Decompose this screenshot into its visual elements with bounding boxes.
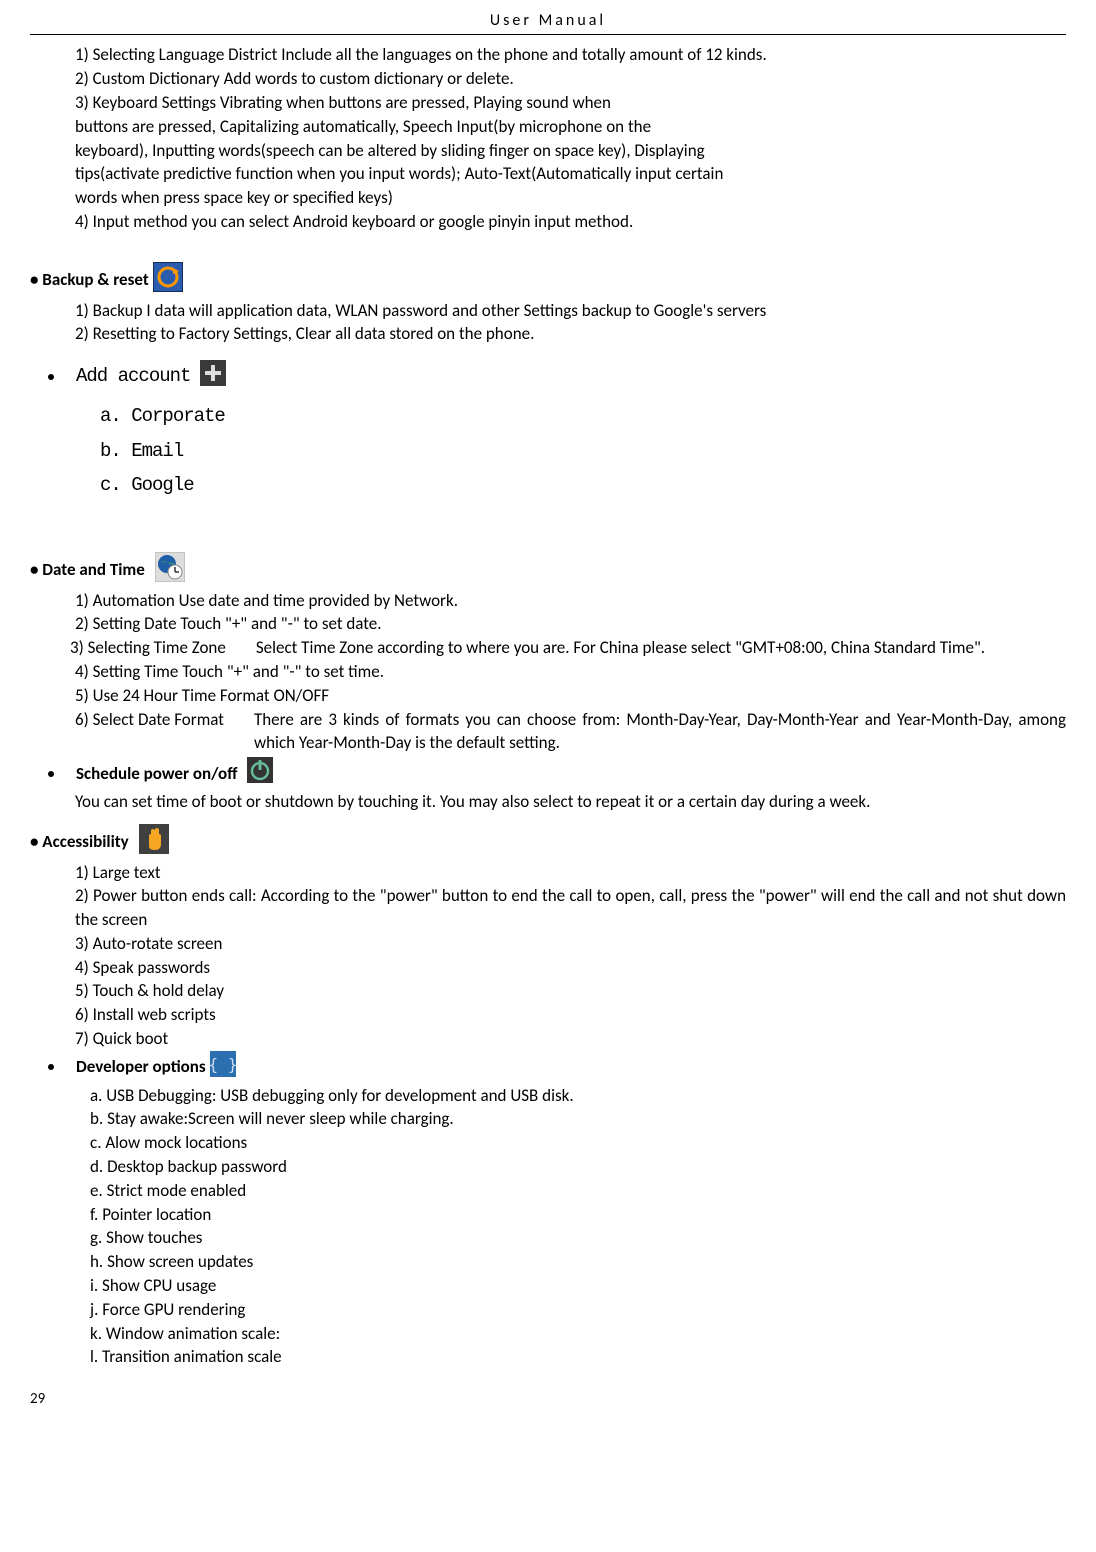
backup-reset-heading: • Backup & reset: [30, 262, 183, 299]
bullet-icon: [48, 1064, 54, 1070]
globe-clock-icon: [155, 552, 185, 589]
list-item: c. Google: [100, 472, 1066, 499]
backup-reset-icon: [153, 262, 183, 299]
list-item: 5) Use 24 Hour Time Format ON/OFF: [75, 684, 1066, 708]
text-line: buttons are pressed, Capitalizing automa…: [75, 115, 1066, 139]
list-item-text: Select Time Zone according to where you …: [256, 636, 1066, 660]
list-item: 2) Power button ends call: According to …: [75, 884, 1066, 932]
list-item: 4) Speak passwords: [75, 956, 1066, 980]
heading-text: • Accessibility: [30, 830, 129, 854]
power-icon: [247, 757, 273, 790]
list-item: a. Corporate: [100, 403, 1066, 430]
plus-icon: [200, 360, 226, 393]
heading-text: • Date and Time: [30, 558, 145, 582]
list-item: 1) Backup I data will application data, …: [75, 299, 1066, 323]
text-line: 2) Custom Dictionary Add words to custom…: [75, 67, 1066, 91]
text-line: words when press space key or specified …: [75, 186, 1066, 210]
list-item: a. USB Debugging: USB debugging only for…: [90, 1084, 1066, 1108]
list-item: b. Stay awake:Screen will never sleep wh…: [90, 1107, 1066, 1131]
bullet-icon: [48, 374, 54, 380]
text-line: 1) Selecting Language District Include a…: [75, 43, 1066, 67]
bullet-icon: [48, 771, 54, 777]
list-item: b. Email: [100, 438, 1066, 465]
accessibility-heading: • Accessibility: [30, 824, 169, 861]
hand-icon: [139, 824, 169, 861]
list-item: k. Window animation scale:: [90, 1322, 1066, 1346]
list-item: i. Show CPU usage: [90, 1274, 1066, 1298]
list-item: 3) Auto-rotate screen: [75, 932, 1066, 956]
list-item-label: 6) Select Date Format: [75, 708, 224, 756]
list-item: h. Show screen updates: [90, 1250, 1066, 1274]
list-item: l. Transition animation scale: [90, 1345, 1066, 1369]
add-account-heading: Add account: [76, 363, 190, 390]
schedule-power-heading: Schedule power on/off: [76, 762, 237, 786]
list-item: f. Pointer location: [90, 1203, 1066, 1227]
list-item: g. Show touches: [90, 1226, 1066, 1250]
text-line: keyboard), Inputting words(speech can be…: [75, 139, 1066, 163]
list-item: 6) Install web scripts: [75, 1003, 1066, 1027]
text-line: tips(activate predictive function when y…: [75, 162, 1066, 186]
list-item: c. Alow mock locations: [90, 1131, 1066, 1155]
text-line: 4) Input method you can select Android k…: [75, 210, 1066, 234]
list-item-text: There are 3 kinds of formats you can cho…: [254, 708, 1066, 756]
list-item: 1) Large text: [75, 861, 1066, 885]
page-number: 29: [30, 1389, 1066, 1410]
list-item-label: 3) Selecting Time Zone: [70, 636, 226, 660]
braces-icon: { }: [210, 1051, 236, 1084]
list-item: 2) Resetting to Factory Settings, Clear …: [75, 322, 1066, 346]
page-header: User Manual: [30, 10, 1066, 35]
language-keyboard-block: 1) Selecting Language District Include a…: [30, 43, 1066, 233]
list-item: d. Desktop backup password: [90, 1155, 1066, 1179]
date-time-heading: • Date and Time: [30, 552, 185, 589]
schedule-text: You can set time of boot or shutdown by …: [30, 790, 1066, 814]
list-item: e. Strict mode enabled: [90, 1179, 1066, 1203]
text-line: 3) Keyboard Settings Vibrating when butt…: [75, 91, 1066, 115]
backup-items: 1) Backup I data will application data, …: [30, 299, 1066, 347]
list-item: 7) Quick boot: [75, 1027, 1066, 1051]
developer-options-heading: Developer options: [76, 1055, 206, 1079]
heading-text: • Backup & reset: [30, 268, 149, 292]
list-item: 1) Automation Use date and time provided…: [75, 589, 1066, 613]
svg-text:{ }: { }: [210, 1055, 236, 1074]
list-item: 5) Touch & hold delay: [75, 979, 1066, 1003]
list-item: 4) Setting Time Touch "+" and "-" to set…: [75, 660, 1066, 684]
list-item: j. Force GPU rendering: [90, 1298, 1066, 1322]
list-item: 2) Setting Date Touch "+" and "-" to set…: [75, 612, 1066, 636]
